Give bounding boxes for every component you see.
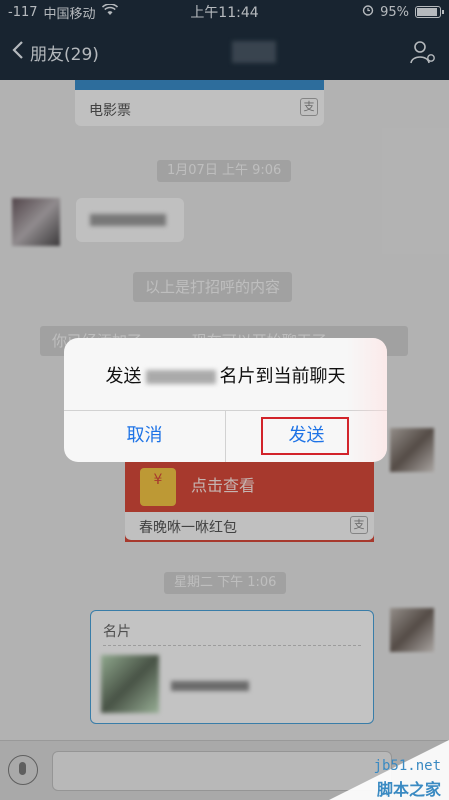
send-card-dialog: 发送 名片到当前聊天 取消 发送 [64,338,387,462]
watermark: jb51.net 脚本之家 [329,740,449,800]
redacted-name [145,370,216,384]
watermark-brand: 脚本之家 [376,780,441,799]
dialog-edge-glow [347,338,387,462]
highlight-box [261,417,349,455]
dialog-message-suffix: 名片到当前聊天 [219,366,346,387]
watermark-site: jb51.net [373,758,441,774]
dialog-message-prefix: 发送 [105,366,142,387]
cancel-button[interactable]: 取消 [64,410,225,462]
dialog-message: 发送 名片到当前聊天 [64,362,387,388]
